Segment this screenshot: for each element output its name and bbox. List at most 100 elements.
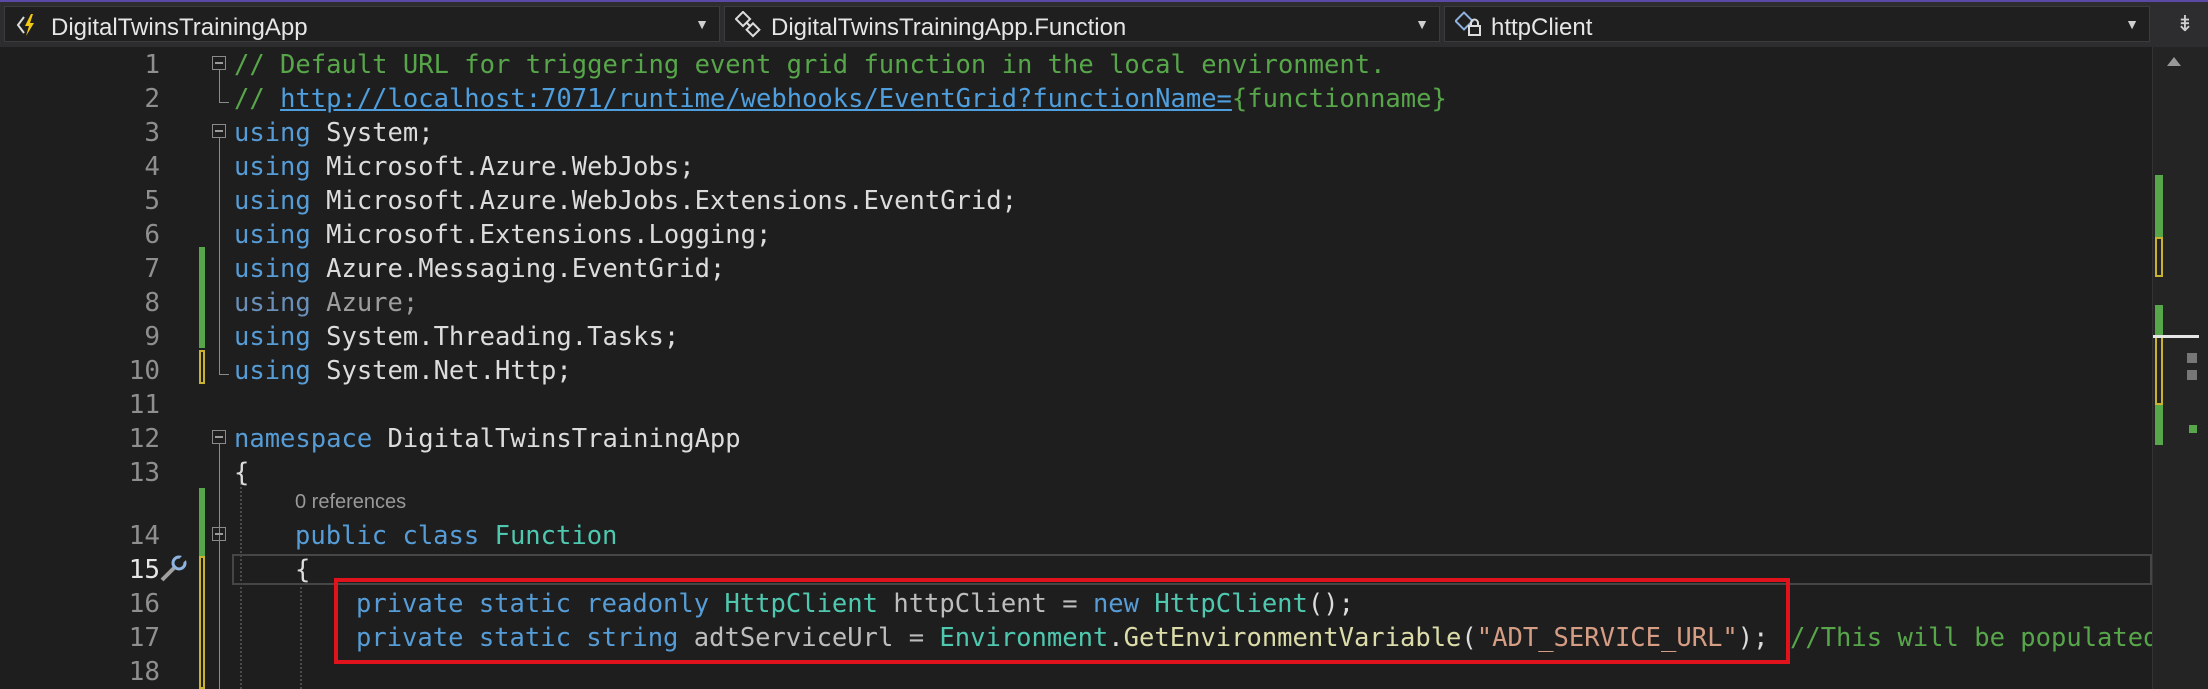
namespace: Microsoft.Extensions.Logging; <box>310 220 772 250</box>
line-number: 9 <box>144 322 160 352</box>
line-number: 6 <box>144 220 160 250</box>
collapse-region-icon[interactable] <box>212 430 226 444</box>
brace: { <box>295 555 311 585</box>
code-line-1: // Default URL for triggering event grid… <box>234 50 1385 80</box>
type-dropdown[interactable]: DigitalTwinsTrainingApp.Function ▼ <box>724 6 1440 42</box>
code-line-7: using Azure.Messaging.EventGrid; <box>234 254 725 284</box>
scrollbar-marker <box>2187 370 2197 380</box>
scrollbar-change-marker <box>2155 335 2163 405</box>
code-line-9: using System.Threading.Tasks; <box>234 322 679 352</box>
outline-line <box>219 138 220 374</box>
keyword: using <box>234 152 311 182</box>
outline-line <box>219 102 229 103</box>
indent-guide <box>240 483 242 689</box>
code-line-10: using System.Net.Http; <box>234 356 572 386</box>
line-number: 11 <box>128 390 160 420</box>
line-number: 2 <box>144 84 160 114</box>
namespace: System; <box>310 118 434 148</box>
codelens-references[interactable]: 0 references <box>295 491 406 514</box>
split-window-button[interactable]: ⇟ <box>2172 10 2198 38</box>
code-editor[interactable]: 1 2 3 4 5 6 7 8 9 10 11 12 13 14 15 16 1… <box>0 47 2158 689</box>
collapse-region-icon[interactable] <box>212 527 226 541</box>
code-line-8: using Azure; <box>234 288 418 318</box>
code-line-2: // http://localhost:7071/runtime/webhook… <box>234 84 1447 114</box>
line-number: 13 <box>128 458 160 488</box>
namespace: Microsoft.Azure.WebJobs.Extensions.Event… <box>310 186 1017 216</box>
change-bar-unsaved <box>199 350 205 384</box>
comment: //This will be populated <box>1790 623 2159 653</box>
member-label: httpClient <box>1491 14 1593 41</box>
scroll-up-arrow-icon[interactable] <box>2167 57 2181 66</box>
outline-line <box>219 444 220 689</box>
keyword: using <box>234 118 311 148</box>
screwdriver-wrench-icon[interactable] <box>157 553 189 585</box>
keyword: using <box>234 220 311 250</box>
url-link[interactable]: http://localhost:7071/runtime/webhooks/E… <box>280 84 1232 114</box>
current-line-number: 15 <box>128 555 160 585</box>
line-number: 17 <box>128 623 160 653</box>
code-line-4: using Microsoft.Azure.WebJobs; <box>234 152 695 182</box>
change-bar-unsaved <box>199 556 205 689</box>
scrollbar-change-marker <box>2155 405 2163 445</box>
class-icon <box>735 11 761 38</box>
brace: { <box>234 458 250 488</box>
namespace: System.Threading.Tasks; <box>310 322 680 352</box>
keyword: using <box>234 254 311 284</box>
navigation-bar: DigitalTwinsTrainingApp ▼ DigitalTwinsTr… <box>0 2 2208 47</box>
line-number: 4 <box>144 152 160 182</box>
keyword: public class <box>295 521 480 551</box>
chevron-down-icon: ▼ <box>695 16 709 32</box>
namespace-unused: Azure; <box>310 288 419 318</box>
scrollbar-change-marker <box>2155 237 2163 277</box>
scrollbar-marker <box>2187 353 2197 363</box>
azure-function-icon <box>16 14 34 36</box>
scrollbar-change-marker <box>2155 175 2163 237</box>
line-number: 16 <box>128 589 160 619</box>
outline-line <box>219 374 229 375</box>
namespace-name: DigitalTwinsTrainingApp <box>372 424 741 454</box>
vertical-scrollbar[interactable] <box>2152 47 2208 689</box>
keyword: using <box>234 186 311 216</box>
highlight-annotation-box <box>334 578 1790 664</box>
chevron-down-icon: ▼ <box>2125 16 2139 32</box>
namespace: Microsoft.Azure.WebJobs; <box>310 152 695 182</box>
line-number: 7 <box>144 254 160 284</box>
code-line-6: using Microsoft.Extensions.Logging; <box>234 220 771 250</box>
project-dropdown[interactable]: DigitalTwinsTrainingApp ▼ <box>4 6 720 42</box>
comment: // Default URL for triggering event grid… <box>234 50 1386 80</box>
keyword: using <box>234 322 311 352</box>
namespace: System.Net.Http; <box>310 356 572 386</box>
member-dropdown[interactable]: httpClient ▼ <box>1444 6 2150 42</box>
private-field-icon <box>1455 11 1481 36</box>
line-number: 8 <box>144 288 160 318</box>
keyword: namespace <box>234 424 373 454</box>
namespace: Azure.Messaging.EventGrid; <box>310 254 726 284</box>
outline-line <box>219 70 220 102</box>
scrollbar-caret-position <box>2153 335 2199 338</box>
collapse-region-icon[interactable] <box>212 124 226 138</box>
indent-guide <box>300 587 302 689</box>
scrollbar-marker <box>2189 425 2197 433</box>
code-line-15: { <box>295 555 310 585</box>
type-label: DigitalTwinsTrainingApp.Function <box>771 14 1127 41</box>
change-bar-saved <box>199 247 205 348</box>
line-number: 1 <box>144 50 160 80</box>
line-number: 18 <box>128 657 160 687</box>
code-line-14: public class Function <box>295 521 617 551</box>
collapse-region-icon[interactable] <box>212 56 226 70</box>
line-number: 10 <box>128 356 160 386</box>
chevron-down-icon: ▼ <box>1415 16 1429 32</box>
line-number: 14 <box>128 521 160 551</box>
change-bar-saved <box>199 488 205 556</box>
code-line-5: using Microsoft.Azure.WebJobs.Extensions… <box>234 186 1017 216</box>
scrollbar-change-marker <box>2155 305 2163 335</box>
comment: // <box>234 84 281 114</box>
line-number: 5 <box>144 186 160 216</box>
comment: {functionname} <box>1231 84 1447 114</box>
code-line-12: namespace DigitalTwinsTrainingApp <box>234 424 741 454</box>
code-line-13: { <box>234 458 249 488</box>
keyword-unused: using <box>234 288 311 318</box>
line-number: 12 <box>128 424 160 454</box>
class-name: Function <box>479 521 618 551</box>
keyword: using <box>234 356 311 386</box>
